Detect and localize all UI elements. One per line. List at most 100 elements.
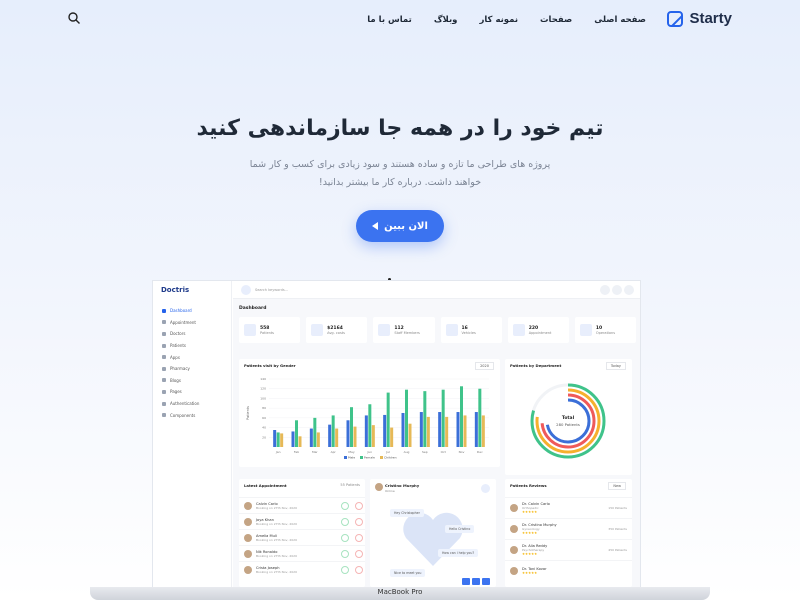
reviews-filter[interactable]: New [608,482,626,490]
sidebar-item-dashboard[interactable]: Dashboard [153,305,232,317]
patients-reviews-card: Patients Reviews New Dr. Calvin Carlo Ort… [505,479,632,587]
accept-icon[interactable] [341,517,349,526]
accept-icon[interactable] [341,549,349,558]
appointment-text: Amelia Muli Booking on 27th Nov, 2020 [256,534,337,542]
chat-status: Online [385,489,395,493]
booking-date: Booking on 27th Nov, 2020 [256,505,297,510]
chat-name: Cristino Murphy [385,483,420,488]
accept-icon[interactable] [341,501,349,510]
chat-card: Cristino Murphy Online Hey Christopher H… [370,479,496,587]
reject-icon[interactable] [355,533,363,542]
sidebar-item-appointment[interactable]: Appointment [153,317,232,329]
ring-3 [540,393,596,449]
reject-icon[interactable] [355,501,363,510]
x-tick-label: Sep [422,450,428,454]
nav-item-portfolio[interactable]: نمونه کار [479,15,518,25]
appointment-row[interactable]: Calvin Carlo Booking on 27th Nov, 2020 [239,497,365,513]
period-select[interactable]: Today [605,362,626,370]
bar-children-nov [463,415,467,447]
ring-total-label: Total [562,415,575,421]
stat-icon [244,324,256,336]
appointment-text: Crista Joseph Booking on 27th Nov, 2020 [256,566,337,574]
topbar-actions [600,285,634,295]
rating-stars-icon: ★★★★★ [522,552,538,556]
appointment-row[interactable]: Joya Khan Booking on 27th Nov, 2020 [239,513,365,529]
send-icon[interactable] [462,578,470,585]
sidebar-item-doctors[interactable]: Doctors [153,328,232,340]
brand-logo[interactable]: Starty [667,10,732,27]
reject-icon[interactable] [355,517,363,526]
sidebar-item-authentication[interactable]: Authentication [153,398,232,410]
sidebar-item-blogs[interactable]: Blogs [153,375,232,387]
x-tick-label: Feb [294,450,299,454]
bar-male-oct [438,412,442,447]
nav-item-contact[interactable]: تماس با ما [367,15,412,25]
reject-icon[interactable] [355,549,363,558]
sidebar-item-components[interactable]: Components [153,409,232,421]
stat-card: 220 Appointment [507,317,569,343]
rating-stars-icon: ★★★★★ [522,571,538,575]
review-row[interactable]: Dr. Toni Kovar ★★★★★ [505,560,632,581]
dashboard-search[interactable]: Search keywords... [255,288,288,292]
bar-children-dec [481,415,485,447]
department-title: Patients by Department [510,363,562,368]
sidebar-menu: Dashboard Appointment Doctors Patients Apps P… [153,305,232,421]
dashboard-main: Search keywords... Dashboard 558 Patients… [233,281,640,587]
stat-icon [311,324,324,336]
appointment-row[interactable]: Nik Ronaldo Booking on 27th Nov, 2020 [239,545,365,561]
accept-icon[interactable] [341,533,349,542]
y-tick-label: 20 [262,435,266,439]
chat-message: Hello Cristino [445,525,475,533]
nav-item-blog[interactable]: وبلاگ [434,15,458,25]
review-row[interactable]: Dr. Alia Reddy Psychotherapy ★★★★★ 450 Pati… [505,539,632,560]
booking-date: Booking on 27th Nov, 2020 [256,537,297,542]
avatar [244,549,252,558]
patient-count: 450 Patients [608,548,627,552]
watch-now-button[interactable]: الان ببین [356,210,444,242]
dashboard-brand: Doctris [161,286,190,294]
stat-text: 16 Vehicles [462,326,476,335]
nav-item-home[interactable]: صفحه اصلی [594,15,646,25]
sidebar-item-label: Appointment [170,319,196,325]
reject-icon[interactable] [355,565,363,574]
review-text: Dr. Toni Kovar ★★★★★ [522,567,623,575]
settings-icon[interactable] [600,285,610,295]
nav-item-pages[interactable]: صفحات [540,15,572,25]
x-tick-label: Apr [331,450,337,454]
bar-children-jun [371,425,375,447]
y-axis-label: Patients [246,406,250,420]
bar-female-apr [331,415,335,447]
sidebar-item-pharmacy[interactable]: Pharmacy [153,363,232,375]
bar-male-sep [419,412,423,447]
stat-card: $2164 Avg. costs [306,317,368,343]
sidebar-item-pages[interactable]: Pages [153,386,232,398]
chat-message: Hey Christopher [390,509,424,517]
attach-icon[interactable] [482,578,490,585]
stat-label: Vehicles [461,330,476,335]
bar-children-jul [390,427,394,447]
review-row[interactable]: Dr. Cristino Murphy Gynecology ★★★★★ 350 Pa… [505,518,632,539]
y-tick-label: 40 [262,426,266,430]
stat-icon [445,324,458,336]
sidebar-item-apps[interactable]: Apps [153,351,232,363]
menu-toggle-icon[interactable] [241,285,251,295]
legend-label-children: Children [384,456,397,460]
stat-text: 10 Operations [596,326,615,335]
accept-icon[interactable] [341,565,349,574]
stat-card: 112 Staff Members [373,317,435,343]
appointment-row[interactable]: Crista Joseph Booking on 27th Nov, 2020 [239,561,365,577]
review-row[interactable]: Dr. Calvin Carlo Orthopedic ★★★★★ 150 Patie… [505,497,632,518]
rating-stars-icon: ★★★★★ [522,510,538,514]
search-icon[interactable] [67,11,81,25]
emoji-icon[interactable] [472,578,480,585]
bar-children-sep [426,416,430,447]
avatar[interactable] [624,285,634,295]
appointment-row[interactable]: Amelia Muli Booking on 27th Nov, 2020 [239,529,365,545]
sidebar-item-icon [162,389,166,394]
avatar [244,517,252,526]
dashboard-sidebar: Doctris Dashboard Appointment Doctors Patie… [153,281,232,587]
chat-options-icon[interactable] [481,484,490,493]
dashboard-screenshot: Doctris Dashboard Appointment Doctors Patie… [153,281,640,587]
sidebar-item-patients[interactable]: Patients [153,340,232,352]
notification-icon[interactable] [612,285,622,295]
